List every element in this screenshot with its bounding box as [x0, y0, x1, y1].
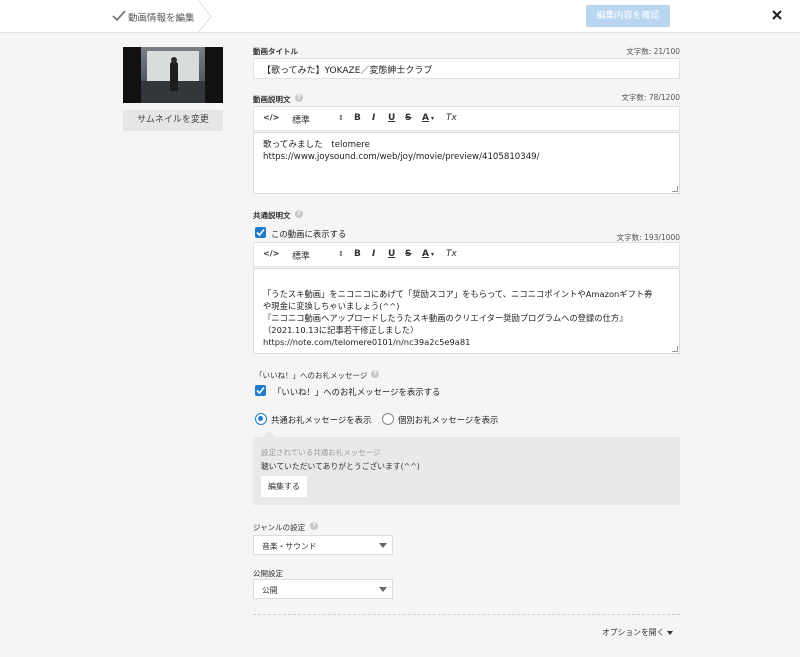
edit-thanks-message-button[interactable]: 編集する: [261, 476, 307, 497]
clear-format-button[interactable]: Tx: [446, 249, 457, 259]
common-description-label: 共通説明文: [253, 211, 291, 220]
change-thumbnail-button[interactable]: サムネイルを変更: [123, 110, 223, 131]
genre-select-value: 音楽・サウンド: [262, 542, 317, 551]
style-select-arrows-icon[interactable]: ⇕: [338, 114, 344, 122]
style-select[interactable]: 標準: [292, 249, 310, 262]
common-description-toolbar: </> 標準 ⇕ B I U S A ▾ Tx: [253, 242, 680, 267]
text-color-button[interactable]: A: [422, 249, 429, 259]
help-icon[interactable]: ?: [295, 210, 303, 218]
thanks-message-label: 「いいね！」へのお礼メッセージ: [255, 371, 368, 380]
show-common-description-label: この動画に表示する: [271, 229, 347, 239]
italic-button[interactable]: I: [372, 113, 375, 123]
color-dropdown-icon[interactable]: ▾: [431, 115, 434, 122]
help-icon[interactable]: ?: [310, 522, 318, 530]
open-options-label: オプションを開く: [602, 628, 665, 637]
confirm-edit-button[interactable]: 編集内容を確認: [586, 5, 670, 27]
strikethrough-button[interactable]: S: [405, 113, 411, 123]
description-line: https://www.joysound.com/web/joy/movie/p…: [263, 152, 540, 162]
title-input[interactable]: 【歌ってみた】YOKAZE／変態紳士クラブ: [253, 58, 680, 79]
check-icon: [112, 10, 126, 22]
title-char-count: 文字数: 21/100: [626, 47, 680, 56]
style-select[interactable]: 標準: [292, 113, 310, 126]
common-description-line: https://note.com/telomere0101/n/nc39a2c5…: [263, 337, 471, 347]
common-description-line: 「うたスキ動画」をニコニコにあげて「奨励スコア」をもらって、ニコニコポイントやA…: [263, 289, 653, 299]
publish-select-value: 公開: [262, 586, 278, 595]
color-dropdown-icon[interactable]: ▾: [431, 251, 434, 258]
radio-individual-message[interactable]: [382, 413, 394, 425]
common-description-line: 『ニコニコ動画へアップロードしたうたスキ動画のクリエイター奨励プログラムへの登録…: [263, 313, 628, 323]
italic-button[interactable]: I: [372, 249, 375, 259]
bold-button[interactable]: B: [354, 249, 361, 259]
description-char-count: 文字数: 78/1200: [621, 93, 680, 102]
show-thanks-message-checkbox[interactable]: [255, 385, 266, 396]
publish-label: 公開設定: [253, 569, 283, 578]
common-description-line: （2021.10.13に記事若干修正しました）: [263, 325, 419, 335]
text-color-button[interactable]: A: [422, 113, 429, 123]
thanks-message-text: 聴いていただいてありがとうございます(^^): [261, 462, 420, 471]
close-icon[interactable]: [771, 9, 783, 21]
title-label: 動画タイトル: [253, 47, 298, 56]
bold-button[interactable]: B: [354, 113, 361, 123]
chevron-down-icon: [667, 631, 674, 635]
resize-handle[interactable]: [672, 346, 678, 352]
radio-common-message-label: 共通お礼メッセージを表示: [271, 415, 372, 425]
common-description-line: や現金に変換しちゃいましょう(^^): [263, 301, 400, 311]
help-icon[interactable]: ?: [371, 370, 379, 378]
help-icon[interactable]: ?: [295, 94, 303, 102]
show-thanks-message-label: 「いいね！」へのお礼メッセージを表示する: [273, 387, 441, 397]
description-toolbar: </> 標準 ⇕ B I U S A ▾ Tx: [253, 106, 680, 131]
description-label: 動画説明文: [253, 95, 291, 104]
video-thumbnail: [123, 47, 223, 103]
breadcrumb-arrow: [198, 0, 212, 33]
open-options-link[interactable]: オプションを開く: [602, 627, 674, 638]
header-bar: 動画情報を編集 編集内容を確認: [0, 0, 800, 33]
breadcrumb-label: 動画情報を編集: [128, 13, 195, 24]
style-select-arrows-icon[interactable]: ⇕: [338, 250, 344, 258]
thanks-message-caption: 設定されている共通お礼メッセージ: [261, 448, 381, 457]
divider: [253, 614, 680, 615]
genre-select[interactable]: 音楽・サウンド: [253, 535, 393, 555]
common-description-editor[interactable]: 「うたスキ動画」をニコニコにあげて「奨励スコア」をもらって、ニコニコポイントやA…: [253, 268, 680, 354]
radio-individual-message-label: 個別お礼メッセージを表示: [398, 415, 499, 425]
radio-common-message[interactable]: [255, 413, 267, 425]
source-code-icon[interactable]: </>: [263, 249, 279, 258]
description-editor[interactable]: 歌ってみました telomere https://www.joysound.co…: [253, 132, 680, 194]
breadcrumb: 動画情報を編集: [0, 0, 212, 33]
resize-handle[interactable]: [672, 186, 678, 192]
show-common-description-checkbox[interactable]: [255, 227, 266, 238]
publish-select[interactable]: 公開: [253, 579, 393, 599]
chevron-down-icon: [379, 543, 387, 548]
genre-label: ジャンルの設定: [253, 523, 306, 532]
underline-button[interactable]: U: [388, 249, 395, 259]
clear-format-button[interactable]: Tx: [446, 113, 457, 123]
underline-button[interactable]: U: [388, 113, 395, 123]
source-code-icon[interactable]: </>: [263, 113, 279, 122]
strikethrough-button[interactable]: S: [405, 249, 411, 259]
chevron-down-icon: [379, 587, 387, 592]
description-line: 歌ってみました telomere: [263, 140, 370, 150]
